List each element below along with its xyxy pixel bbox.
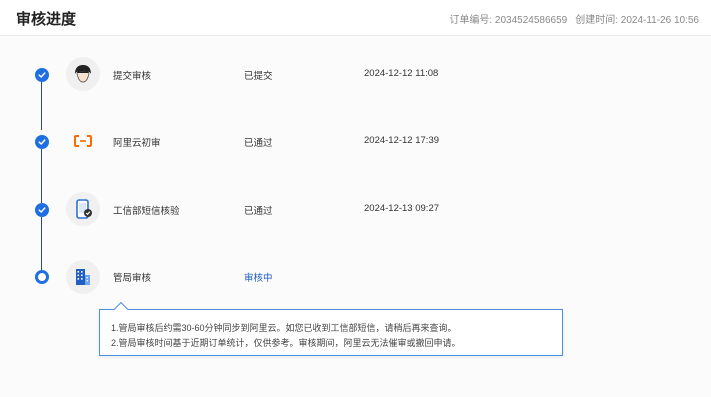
created-time: 创建时间: 2024-11-26 10:56 [575, 15, 699, 26]
building-icon [66, 260, 100, 294]
in-progress-icon [35, 270, 49, 284]
check-icon [35, 135, 49, 149]
user-avatar-icon [66, 57, 100, 91]
check-icon [35, 68, 49, 82]
step-status: 已提交 [244, 71, 273, 82]
step-time: 2024-12-12 17:39 [364, 135, 440, 146]
step-label: 管局审核 [113, 273, 152, 284]
review-progress-panel: 审核进度 订单编号: 2034524586659 创建时间: 2024-11-26… [0, 0, 711, 397]
header: 审核进度 订单编号: 2034524586659 创建时间: 2024-11-26… [0, 0, 711, 36]
step-label: 提交审核 [113, 71, 152, 82]
review-notice-tooltip: 1.管局审核后约需30-60分钟同步到阿里云。如您已收到工信部短信，请稍后再来查… [99, 301, 563, 356]
check-icon [35, 203, 49, 217]
page-title: 审核进度 [16, 11, 77, 28]
step-aliyun-initial-review: 阿里云初审 已通过 2024-12-12 17:39 [0, 123, 711, 159]
step-sms-verification: 工信部短信核验 已通过 2024-12-13 09:27 [0, 191, 711, 227]
notice-line-1: 1.管局审核后约需30-60分钟同步到阿里云。如您已收到工信部短信，请稍后再来查… [111, 323, 457, 333]
step-label: 阿里云初审 [113, 138, 161, 149]
step-submit-review: 提交审核 已提交 2024-12-12 11:08 [0, 56, 711, 92]
step-status: 已通过 [244, 138, 273, 149]
step-status: 审核中 [244, 273, 273, 284]
phone-verify-icon [66, 192, 100, 226]
step-bureau-review: 管局审核 审核中 [0, 259, 711, 295]
notice-line-2: 2.管局审核时间基于近期订单统计，仅供参考。审核期间，阿里云无法催审或撤回申请。 [111, 338, 461, 348]
tooltip-arrow [113, 301, 129, 317]
order-number: 订单编号: 2034524586659 [449, 15, 568, 26]
step-time: 2024-12-13 09:27 [364, 203, 440, 214]
step-time: 2024-12-12 11:08 [364, 68, 439, 79]
aliyun-logo-icon [66, 124, 100, 158]
step-label: 工信部短信核验 [113, 206, 180, 217]
step-status: 已通过 [244, 206, 273, 217]
order-meta: 订单编号: 2034524586659 创建时间: 2024-11-26 10:5… [449, 11, 699, 26]
